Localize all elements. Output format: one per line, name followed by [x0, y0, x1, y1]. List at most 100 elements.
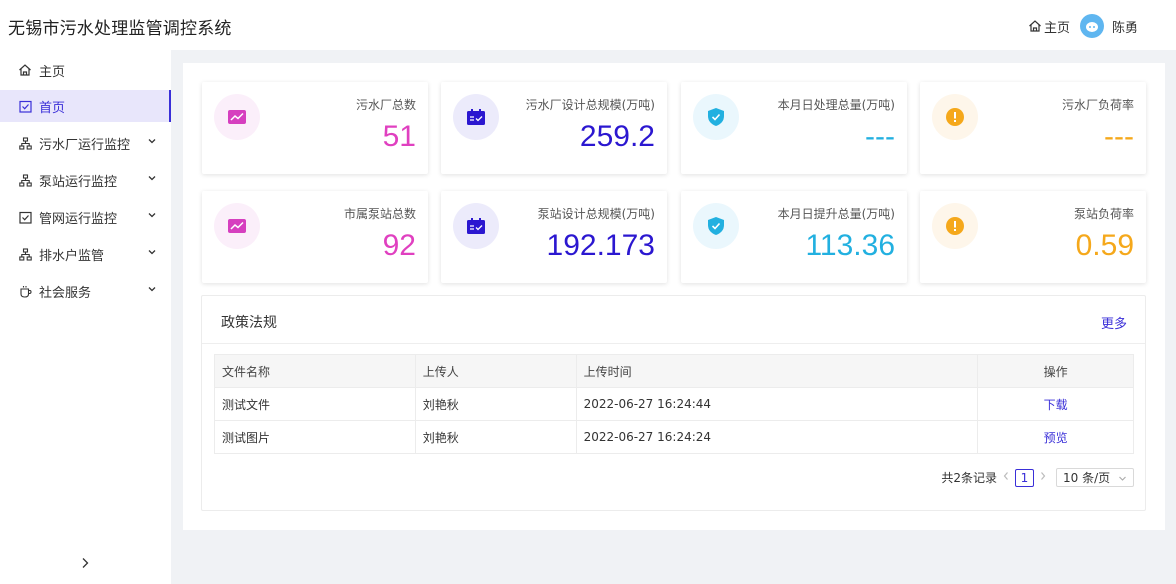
stat-icon-circle — [693, 94, 739, 140]
stat-value: --- — [1104, 120, 1134, 153]
stat-label: 污水厂负荷率 — [1061, 98, 1134, 112]
stat-label: 泵站负荷率 — [1073, 207, 1134, 221]
more-link[interactable]: 更多 — [1101, 313, 1127, 332]
cell-file-name: 测试文件 — [214, 387, 416, 421]
stat-icon-circle — [693, 203, 739, 249]
next-page-button[interactable] — [1039, 471, 1047, 484]
sitemap-icon — [18, 173, 32, 187]
stat-card-plant-load-rate: 污水厂负荷率 --- — [920, 82, 1146, 174]
sidebar-item-discharger-supervision[interactable]: 排水户监管 — [0, 238, 171, 270]
warning-icon — [946, 217, 964, 235]
policy-title: 政策法规 — [221, 315, 277, 331]
policy-panel: 政策法规 更多 文件名称 上传人 上传时间 操作 测试文件 刘艳秋 2022-0… — [201, 295, 1146, 511]
stat-value: --- — [865, 120, 895, 153]
home-link-label: 主页 — [1043, 20, 1070, 36]
column-header-upload-time: 上传时间 — [575, 354, 979, 388]
stat-icon-circle — [453, 94, 499, 140]
column-header-uploader: 上传人 — [414, 354, 577, 388]
page-size-value: 10 条/页 — [1063, 471, 1111, 485]
stat-value: 92 — [382, 229, 416, 262]
sidebar-item-label: 主页 — [39, 64, 66, 80]
preview-link[interactable]: 预览 — [1044, 431, 1068, 445]
stat-value: 51 — [382, 120, 416, 153]
chevron-down-icon — [148, 139, 156, 144]
chevron-left-icon — [1003, 472, 1008, 480]
stat-value: 113.36 — [805, 229, 895, 262]
stat-card-monthly-treatment: 本月日处理总量(万吨) --- — [681, 82, 907, 174]
column-header-actions: 操作 — [977, 354, 1134, 388]
shield-check-icon — [708, 217, 724, 235]
avatar[interactable] — [1079, 14, 1104, 38]
table-row: 测试文件 刘艳秋 2022-06-27 16:24:44 下载 — [214, 387, 1134, 421]
stat-card-plant-count: 污水厂总数 51 — [202, 82, 428, 174]
cell-action: 预览 — [977, 420, 1134, 454]
stat-card-monthly-lift: 本月日提升总量(万吨) 113.36 — [681, 191, 907, 283]
stat-card-plant-capacity: 污水厂设计总规模(万吨) 259.2 — [441, 82, 667, 174]
page-size-select[interactable]: 10 条/页 — [1056, 468, 1134, 487]
table-row: 测试图片 刘艳秋 2022-06-27 16:24:24 预览 — [214, 420, 1134, 454]
sidebar-item-home[interactable]: 主页 — [0, 54, 171, 86]
home-link[interactable]: 主页 — [1028, 17, 1070, 36]
policy-table: 文件名称 上传人 上传时间 操作 测试文件 刘艳秋 2022-06-27 16:… — [214, 354, 1134, 454]
page-number-button[interactable]: 1 — [1015, 468, 1034, 487]
sidebar-item-pipe-monitoring[interactable]: 管网运行监控 — [0, 201, 171, 233]
stat-label: 市属泵站总数 — [343, 207, 416, 221]
chevron-down-icon — [148, 250, 156, 255]
home-icon — [1029, 20, 1041, 32]
cup-icon — [18, 284, 32, 298]
sidebar-collapse-button[interactable] — [78, 555, 92, 574]
sitemap-icon — [18, 136, 32, 150]
pagination: 共2条记录 1 10 条/页 — [941, 468, 1134, 487]
calendar-icon — [467, 109, 485, 125]
stat-icon-circle — [214, 94, 260, 140]
chevron-down-icon — [148, 176, 156, 181]
chevron-right-icon — [1041, 472, 1046, 480]
stat-icon-circle — [932, 94, 978, 140]
stat-value: 259.2 — [579, 120, 655, 153]
chevron-down-icon — [1119, 476, 1126, 481]
cell-upload-time: 2022-06-27 16:24:24 — [575, 420, 979, 454]
cell-uploader: 刘艳秋 — [414, 420, 577, 454]
cell-file-name: 测试图片 — [214, 420, 416, 454]
warning-icon — [946, 108, 964, 126]
sidebar-item-plant-monitoring[interactable]: 污水厂运行监控 — [0, 127, 171, 159]
sidebar-item-dashboard[interactable]: 首页 — [0, 90, 171, 122]
app-title: 无锡市污水处理监管调控系统 — [8, 19, 232, 39]
sidebar-item-pump-monitoring[interactable]: 泵站运行监控 — [0, 164, 171, 196]
trend-icon — [228, 110, 246, 124]
sitemap-icon — [18, 247, 32, 261]
chevron-down-icon — [148, 287, 156, 292]
stat-icon-circle — [932, 203, 978, 249]
user-name[interactable]: 陈勇 — [1112, 17, 1138, 36]
stat-card-pump-load-rate: 泵站负荷率 0.59 — [920, 191, 1146, 283]
stat-label: 本月日提升总量(万吨) — [777, 207, 895, 221]
column-header-file-name: 文件名称 — [214, 354, 416, 388]
sidebar-item-label: 排水户监管 — [39, 248, 105, 264]
stat-label: 污水厂设计总规模(万吨) — [525, 98, 655, 112]
stat-label: 污水厂总数 — [355, 98, 416, 112]
checkbox-icon — [18, 210, 32, 224]
cell-action: 下载 — [977, 387, 1134, 421]
stat-value: 0.59 — [1075, 229, 1134, 262]
stat-value: 192.173 — [546, 229, 655, 262]
divider — [202, 343, 1145, 344]
sidebar-item-social-services[interactable]: 社会服务 — [0, 275, 171, 307]
home-icon — [18, 63, 32, 77]
shield-check-icon — [708, 108, 724, 126]
top-bar: 无锡市污水处理监管调控系统 主页 陈勇 — [0, 0, 1176, 50]
sidebar-item-label: 管网运行监控 — [39, 211, 118, 227]
user-area: 主页 陈勇 — [1028, 12, 1138, 40]
stat-icon-circle — [214, 203, 260, 249]
calendar-icon — [467, 218, 485, 234]
stat-card-pump-count: 市属泵站总数 92 — [202, 191, 428, 283]
stat-label: 泵站设计总规模(万吨) — [537, 207, 655, 221]
checkbox-icon — [18, 99, 32, 113]
download-link[interactable]: 下载 — [1044, 398, 1068, 412]
prev-page-button[interactable] — [1002, 471, 1010, 484]
cell-uploader: 刘艳秋 — [414, 387, 577, 421]
stat-label: 本月日处理总量(万吨) — [777, 98, 895, 112]
pagination-total: 共2条记录 — [941, 471, 997, 485]
trend-icon — [228, 219, 246, 233]
chevron-right-icon — [82, 558, 89, 568]
table-header-row: 文件名称 上传人 上传时间 操作 — [214, 354, 1134, 388]
